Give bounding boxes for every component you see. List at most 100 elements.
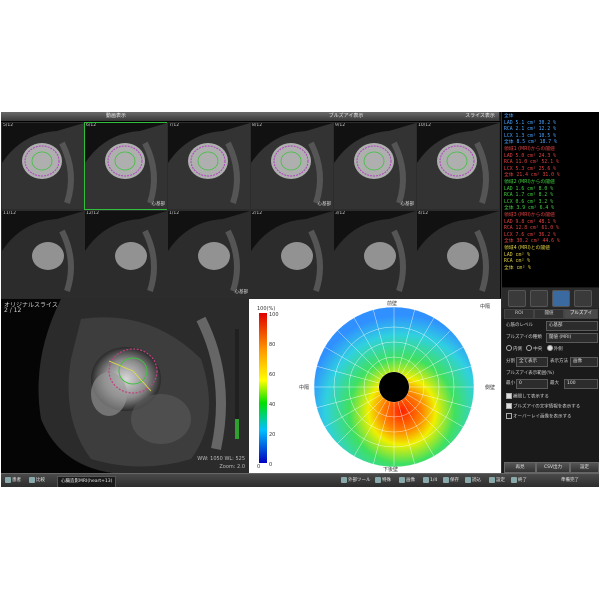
csv-export-button[interactable]: CSV出力 xyxy=(536,462,570,473)
bullseye-center xyxy=(379,372,409,402)
external-tools-button[interactable]: 外部ツール xyxy=(341,476,371,486)
slice-thumbnail[interactable]: 3/12 xyxy=(333,210,417,298)
slice-thumbnail[interactable]: 1/12 心基部 xyxy=(167,210,251,298)
measurement-row: 全体 3.9 cm² 6.4 % xyxy=(504,206,555,212)
slice-number: 12/12 xyxy=(86,211,99,216)
measurement-row: RCA 12.8 cm² 61.0 % xyxy=(504,226,559,232)
measurement-row: LAD cm² % xyxy=(504,252,530,258)
measurement-row: RCA cm² % xyxy=(504,259,530,265)
slice-number: 9/12 xyxy=(335,123,346,128)
display-label: 表示方法 xyxy=(550,359,568,364)
slice-number: 1/12 xyxy=(169,211,180,216)
roi-tool-icon[interactable] xyxy=(508,290,526,307)
radio-group: 内側 中央 外側 xyxy=(506,345,563,352)
radio-middle[interactable]: 中央 xyxy=(526,345,542,352)
measurement-section-title: 領域1 (MRI)からの閾値 xyxy=(504,147,555,152)
check-interpolate[interactable]: 補間して表示する xyxy=(506,393,549,400)
slice-thumbnail[interactable]: 12/12 xyxy=(84,210,168,298)
status-text: 準備完了 xyxy=(561,478,579,483)
slice-thumbnail[interactable]: 11/12 xyxy=(1,210,85,298)
settings-button[interactable]: 設定 xyxy=(570,462,599,473)
scale-max-label: 100(%) xyxy=(257,306,276,312)
check-text-info[interactable]: ブルズアイの文字情報を表示する xyxy=(506,403,580,410)
measurement-row: 全体 cm² % xyxy=(504,265,531,271)
slice-number: 4/12 xyxy=(418,211,429,216)
exit-button[interactable]: 終了 xyxy=(511,476,527,486)
range-max-label: 最大 xyxy=(550,381,559,386)
measurement-row: LAD 5.1 cm² 30.2 % xyxy=(504,120,556,126)
config-button[interactable]: 設定 xyxy=(489,476,505,486)
save-button[interactable]: 保存 xyxy=(443,476,459,486)
cine-zoom: Zoom: 2.0 xyxy=(219,464,245,470)
reset-button[interactable]: 再見 xyxy=(504,462,536,473)
cine-viewer[interactable]: オリジナルスライス 2 / 12 WW: 1050 WL: 525 Zoom: … xyxy=(1,298,249,474)
threshold-tool-icon[interactable] xyxy=(530,290,548,307)
image-button[interactable]: 画像 xyxy=(399,476,415,486)
check-overlay[interactable]: オーバーレイ画像を表示する xyxy=(506,413,571,420)
bullseye-right-top-label: 中隔 xyxy=(480,304,491,310)
tab-bullseye[interactable]: ブルズアイ xyxy=(564,309,598,319)
slice-thumbnail[interactable]: 9/12 心基部 xyxy=(333,122,417,210)
slice-thumbnail[interactable]: 5/12 xyxy=(1,122,85,210)
slice-thumbnail-image xyxy=(251,211,333,297)
slice-thumbnail[interactable]: 7/12 xyxy=(167,122,251,210)
slice-thumbnail[interactable]: 8/12 心基部 xyxy=(250,122,334,210)
right-panel: 全体 LAD 5.1 cm² 30.2 % RCA 2.1 cm² 12.2 %… xyxy=(501,112,599,487)
measurement-table: 全体 LAD 5.1 cm² 30.2 % RCA 2.1 cm² 12.2 %… xyxy=(502,112,599,287)
scale-tick-label: 20 xyxy=(269,432,275,438)
slice-thumbnail[interactable]: 2/12 xyxy=(250,210,334,298)
range-min-input[interactable]: 0 xyxy=(516,379,548,389)
tab-roi[interactable]: ROI xyxy=(504,309,534,319)
cine-header: 動画表示 xyxy=(1,112,232,121)
measurement-row: 全体 30.2 cm² 44.6 % xyxy=(504,239,560,245)
level-label: 心筋のレベル xyxy=(506,323,533,328)
slice-number: 10/12 xyxy=(418,123,431,128)
slice-thumbnail-image xyxy=(417,123,499,209)
tool-icon-row xyxy=(502,288,599,308)
slice-number: 7/12 xyxy=(169,123,180,128)
scale-tick-label: 0 xyxy=(269,462,272,468)
cine-slice-index: 2 / 12 xyxy=(4,307,22,314)
measurement-row: RCA 2.1 cm² 12.2 % xyxy=(504,127,556,133)
tab-threshold[interactable]: 閾値 xyxy=(534,309,564,319)
bullseye-left-label: 中隔 xyxy=(299,385,310,391)
type-label: ブルズアイの種類 xyxy=(506,335,542,340)
slice-number: 6/12 xyxy=(86,123,97,128)
slice-thumbnail[interactable]: 6/12 心基部 xyxy=(84,122,168,210)
bullseye-top-label: 前壁 xyxy=(387,301,398,307)
patient-button[interactable]: 患者 xyxy=(5,476,21,486)
measurement-row: LAD 9.8 cm² 48.1 % xyxy=(504,219,556,225)
panel-tabs: ROI 閾値 ブルズアイ xyxy=(502,308,599,319)
type-select[interactable]: 閾値 (MRI) xyxy=(546,333,598,343)
radio-inner[interactable]: 内側 xyxy=(506,345,522,352)
radio-outer[interactable]: 外側 xyxy=(546,345,563,352)
range-max-input[interactable]: 100 xyxy=(564,379,598,389)
slice-thumbnail-image xyxy=(334,123,416,209)
measurement-section-title: 領域3 (MRI)からの閾値 xyxy=(504,213,555,218)
slice-thumbnail[interactable]: 4/12 xyxy=(416,210,500,298)
compare-button[interactable]: 比較 xyxy=(29,476,45,486)
range-min-label: 最小 xyxy=(506,381,515,386)
load-button[interactable]: 読込 xyxy=(465,476,481,486)
slice-thumbnail-image xyxy=(168,123,250,209)
slice-header[interactable]: スライス表示 xyxy=(461,112,500,121)
slice-thumbnail-image xyxy=(2,123,84,209)
slice-thumbnail-image xyxy=(85,123,167,209)
bullseye-plot[interactable]: 100 80 60 40 20 0 xyxy=(249,299,501,474)
bullseye-view[interactable]: 100 80 60 40 20 0 100(%) 0 前壁 下後壁 中隔 側壁 中隔 xyxy=(249,298,501,474)
display-select[interactable]: 画像 xyxy=(570,357,598,367)
slice-thumbnail-grid: 5/12 6/12 心基部 7/12 8/12 心基部 9/12 心基部 10/12 11/12 1… xyxy=(1,121,501,298)
slice-thumbnail-image xyxy=(85,211,167,297)
slice-thumbnail-image xyxy=(168,211,250,297)
measurement-row: 全体 8.5 cm² 18.7 % xyxy=(504,140,557,146)
level-select[interactable]: 心基部 xyxy=(546,321,598,331)
bullseye-tool-icon[interactable] xyxy=(552,290,570,307)
slice-thumbnail[interactable]: 10/12 xyxy=(416,122,500,210)
slice-number: 11/12 xyxy=(3,211,16,216)
special-button[interactable]: 特殊 xyxy=(375,476,391,486)
export-tool-icon[interactable] xyxy=(574,290,592,307)
study-tab[interactable]: 心臓造影MRI(heart+13) xyxy=(57,476,117,487)
slice-number: 2/12 xyxy=(252,211,263,216)
split-select[interactable]: 全て表示 xyxy=(516,357,548,367)
measurement-section-title: 全体 xyxy=(504,114,514,119)
